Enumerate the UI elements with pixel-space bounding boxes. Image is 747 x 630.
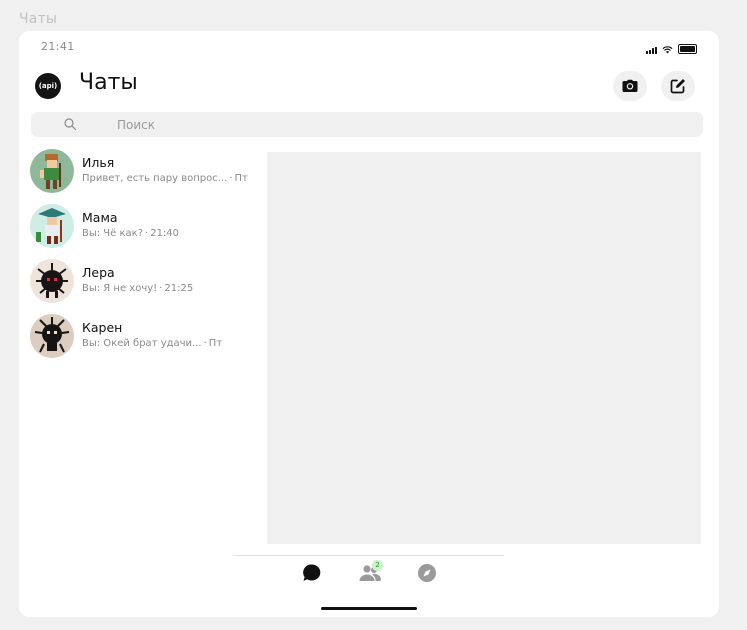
chat-name: Карен <box>82 320 123 335</box>
contacts-badge: 2 <box>372 560 383 571</box>
chat-preview-text: Вы: Чё как? <box>82 228 144 239</box>
chat-item-mama[interactable]: Мама Вы: Чё как? · 21:40 <box>19 202 259 257</box>
avatar <box>30 259 74 303</box>
chat-preview-text: Вы: Окей брат удачи... <box>82 338 202 349</box>
chat-name: Илья <box>82 155 115 170</box>
compose-icon <box>670 79 685 94</box>
chat-time: 21:25 <box>164 283 194 294</box>
search-icon <box>64 118 77 131</box>
chat-preview-text: Привет, есть пару вопрос... <box>82 173 228 184</box>
battery-icon <box>678 44 697 54</box>
chat-preview: Привет, есть пару вопрос... · Пт <box>82 173 248 184</box>
page-title: Чаты <box>79 70 138 95</box>
chat-time: Пт <box>234 173 248 184</box>
home-indicator <box>321 607 417 610</box>
compose-button[interactable] <box>661 71 695 101</box>
chat-item-karen[interactable]: Карен Вы: Окей брат удачи... · Пт <box>19 312 259 367</box>
chat-preview: Вы: Я не хочу! · 21:25 <box>82 283 194 294</box>
profile-avatar[interactable]: (api) <box>35 73 61 99</box>
page-label: Чаты <box>19 11 58 27</box>
chat-preview: Вы: Чё как? · 21:40 <box>82 228 180 239</box>
status-icons <box>646 44 697 54</box>
compass-icon <box>418 564 436 582</box>
chat-item-lera[interactable]: Лера Вы: Я не хочу! · 21:25 <box>19 257 259 312</box>
tab-chats[interactable] <box>300 561 324 585</box>
tabbar-divider <box>233 555 504 556</box>
tab-contacts[interactable]: 2 <box>358 560 383 585</box>
wifi-icon <box>662 46 673 54</box>
tab-discover[interactable] <box>415 561 439 585</box>
camera-button[interactable] <box>613 71 647 101</box>
chat-preview-text: Вы: Я не хочу! <box>82 283 158 294</box>
chat-name: Мама <box>82 210 118 225</box>
avatar <box>30 149 74 193</box>
app-window: 21:41 (api) Чаты Поиск Илья Привет, есть… <box>19 31 719 617</box>
signal-icon <box>646 47 657 54</box>
status-time: 21:41 <box>41 40 75 53</box>
chat-list: Илья Привет, есть пару вопрос... · Пт Мама <box>19 147 259 367</box>
chat-name: Лера <box>82 265 115 280</box>
avatar <box>30 314 74 358</box>
chat-preview: Вы: Окей брат удачи... · Пт <box>82 338 223 349</box>
search-bar[interactable] <box>31 112 703 137</box>
status-bar: 21:41 <box>19 31 719 63</box>
avatar <box>30 204 74 248</box>
chat-bubble-icon <box>303 564 321 581</box>
search-input[interactable] <box>117 112 677 137</box>
chat-item-ilya[interactable]: Илья Привет, есть пару вопрос... · Пт <box>19 147 259 202</box>
header: (api) Чаты <box>19 67 719 103</box>
camera-icon <box>622 79 638 92</box>
chat-time: Пт <box>208 338 223 349</box>
chat-detail-pane <box>267 152 701 544</box>
chat-time: 21:40 <box>150 228 180 239</box>
